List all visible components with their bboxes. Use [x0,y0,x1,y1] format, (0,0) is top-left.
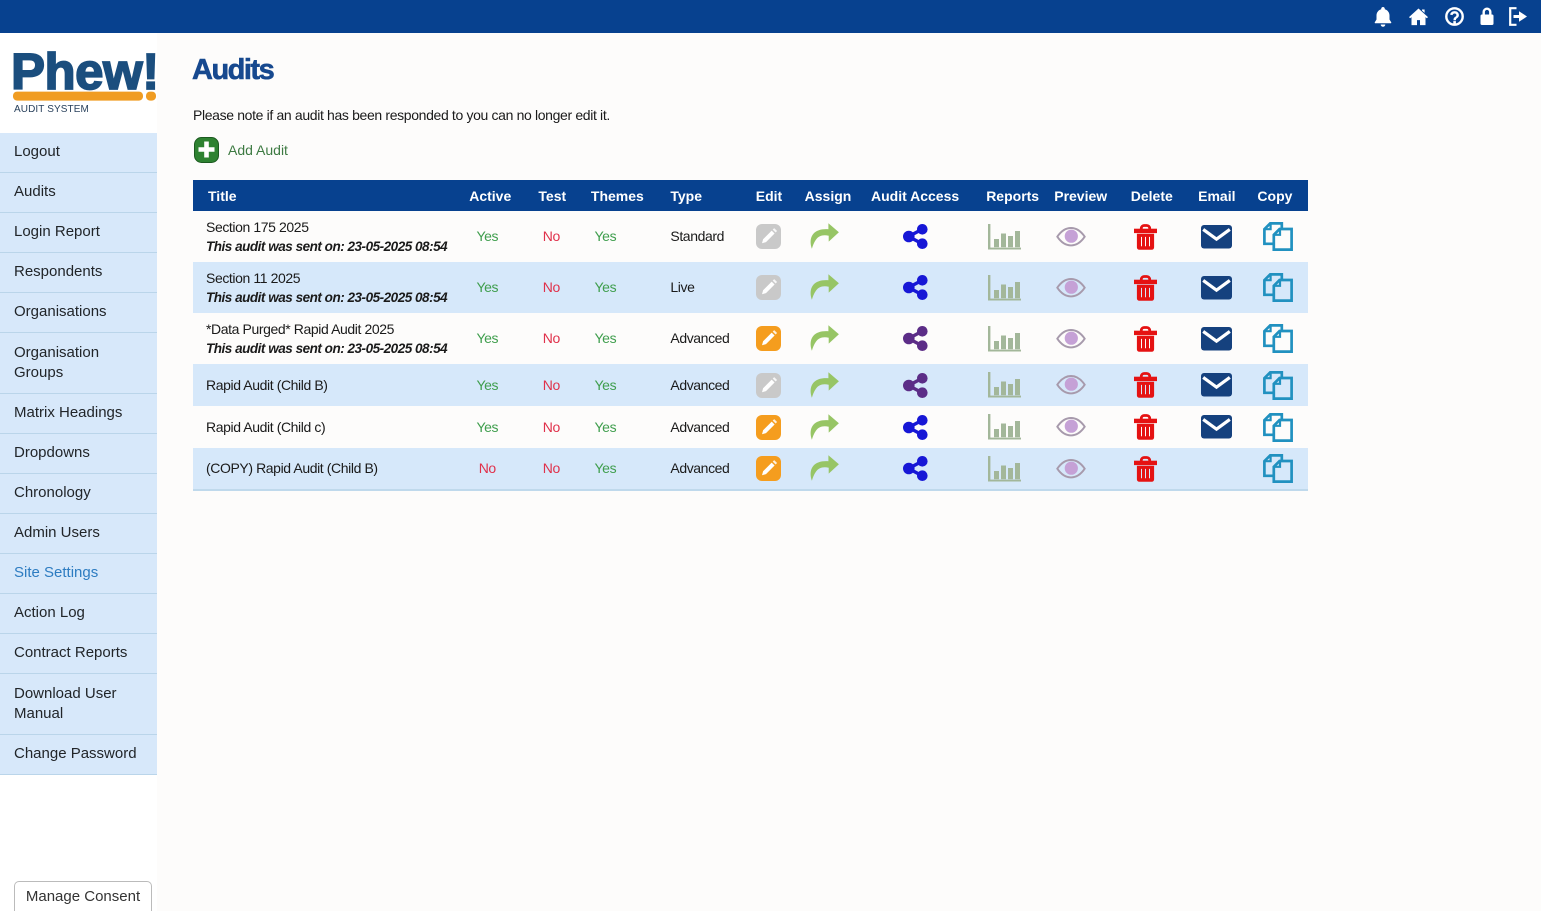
svg-text:Phew!: Phew! [11,43,157,100]
svg-text:AUDIT SYSTEM: AUDIT SYSTEM [14,104,89,115]
